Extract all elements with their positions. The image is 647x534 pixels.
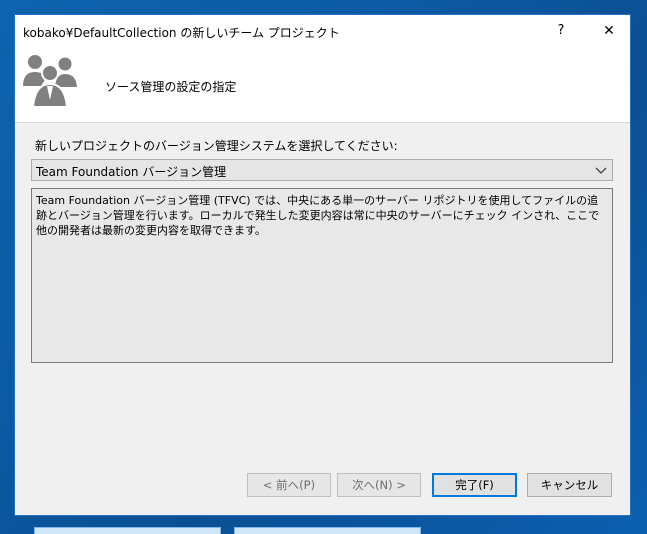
vcs-description: Team Foundation バージョン管理 (TFVC) では、中央にある単… (31, 188, 613, 363)
vcs-select-value: Team Foundation バージョン管理 (36, 165, 227, 179)
close-button[interactable]: ✕ (587, 15, 631, 47)
cancel-button[interactable]: キャンセル (527, 473, 612, 497)
vcs-select[interactable]: Team Foundation バージョン管理 (31, 159, 613, 181)
previous-button[interactable]: < 前へ(P) (247, 473, 331, 497)
chevron-down-icon (595, 167, 607, 174)
new-team-project-dialog: kobako¥DefaultCollection の新しいチーム プロジェクト … (14, 14, 631, 516)
page-title: ソース管理の設定の指定 (105, 80, 237, 94)
wizard-header: ソース管理の設定の指定 (15, 47, 630, 123)
desktop-window-tile (234, 527, 421, 534)
window-title: kobako¥DefaultCollection の新しいチーム プロジェクト (23, 26, 340, 40)
vcs-prompt-label: 新しいプロジェクトのバージョン管理システムを選択してください: (35, 139, 398, 153)
next-button[interactable]: 次へ(N) > (337, 473, 421, 497)
desktop-window-tile (34, 527, 221, 534)
team-people-icon (23, 55, 77, 107)
finish-button[interactable]: 完了(F) (432, 473, 517, 497)
close-icon: ✕ (603, 23, 615, 39)
title-bar[interactable]: kobako¥DefaultCollection の新しいチーム プロジェクト … (15, 15, 630, 47)
help-icon: ? (557, 23, 565, 38)
help-button[interactable]: ? (539, 15, 583, 47)
